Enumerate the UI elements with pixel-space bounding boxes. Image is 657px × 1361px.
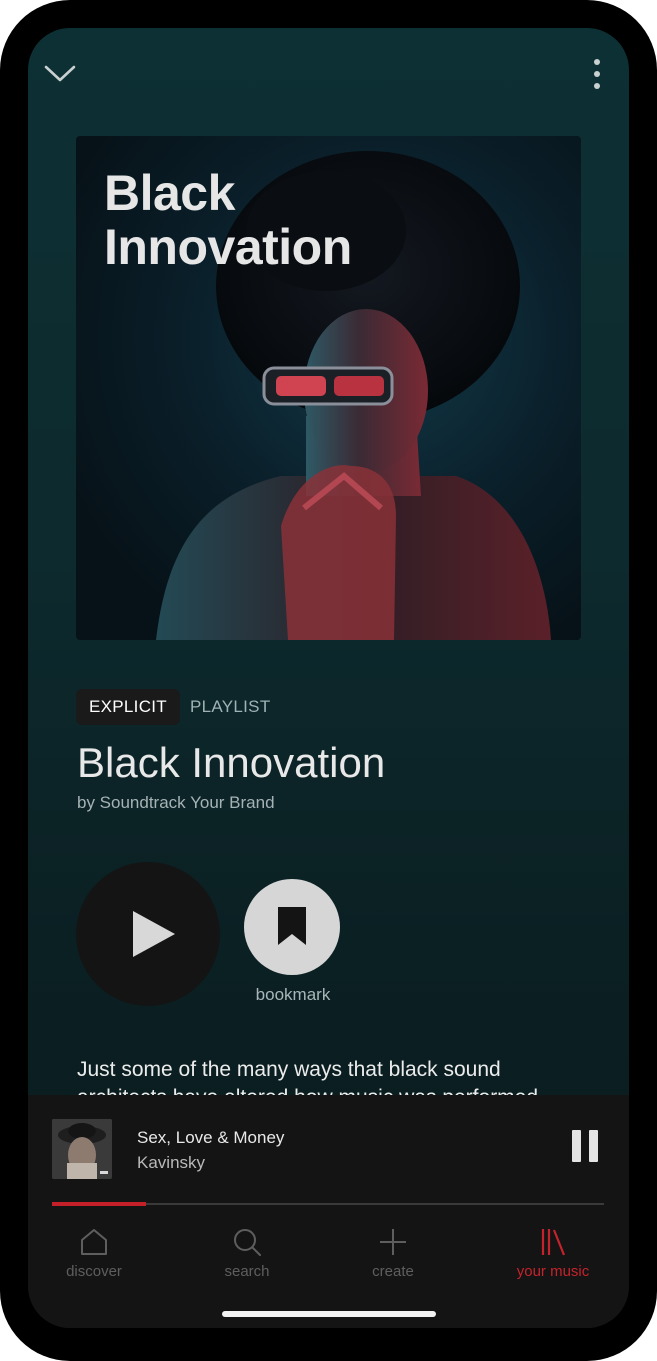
playback-progress-fill (52, 1202, 146, 1206)
home-indicator[interactable] (222, 1311, 436, 1317)
playlist-title: Black Innovation (77, 739, 386, 786)
pause-icon (572, 1130, 598, 1162)
nav-item-create[interactable]: create (338, 1219, 448, 1285)
nav-item-discover[interactable]: discover (39, 1219, 149, 1285)
bookmark-label: bookmark (255, 985, 331, 1004)
device-frame: Black Innovation EXPLICIT PLAYLIST Black… (0, 0, 657, 1361)
explicit-badge: EXPLICIT (76, 689, 180, 725)
nav-label: discover (66, 1263, 122, 1280)
now-playing-artwork[interactable] (52, 1119, 112, 1179)
artwork-image (52, 1119, 112, 1179)
cover-title-line: Black (104, 165, 235, 221)
bookmark-button[interactable] (244, 879, 340, 975)
plus-icon (380, 1229, 406, 1255)
nav-label: create (372, 1263, 414, 1280)
nav-item-search[interactable]: search (192, 1219, 302, 1285)
chevron-down-icon[interactable] (44, 64, 76, 84)
mini-player[interactable]: Sex, Love & Money Kavinsky discover sear… (28, 1095, 629, 1328)
bookmark-icon (278, 907, 306, 945)
screen: Black Innovation EXPLICIT PLAYLIST Black… (28, 28, 629, 1328)
now-playing-artist: Kavinsky (137, 1153, 206, 1172)
play-button[interactable] (76, 862, 220, 1006)
pause-button[interactable] (564, 1125, 606, 1167)
home-icon (81, 1229, 107, 1255)
playlist-description: Just some of the many ways that black so… (77, 1058, 538, 1096)
playlist-owner[interactable]: by Soundtrack Your Brand (77, 792, 275, 814)
playlist-cover: Black Innovation (76, 136, 581, 640)
library-icon (541, 1229, 566, 1256)
nav-label: search (224, 1263, 270, 1280)
playback-progress-bar[interactable] (52, 1202, 604, 1206)
nav-label: your music (516, 1263, 590, 1280)
more-vertical-icon[interactable] (590, 58, 604, 92)
play-icon (133, 911, 175, 957)
search-icon (234, 1229, 261, 1256)
nav-item-your-music[interactable]: your music (498, 1219, 608, 1285)
content-type-label: PLAYLIST (190, 697, 271, 716)
cover-title-text: Black Innovation (104, 166, 464, 274)
now-playing-track: Sex, Love & Money (137, 1128, 285, 1147)
cover-title-line: Innovation (104, 219, 352, 275)
